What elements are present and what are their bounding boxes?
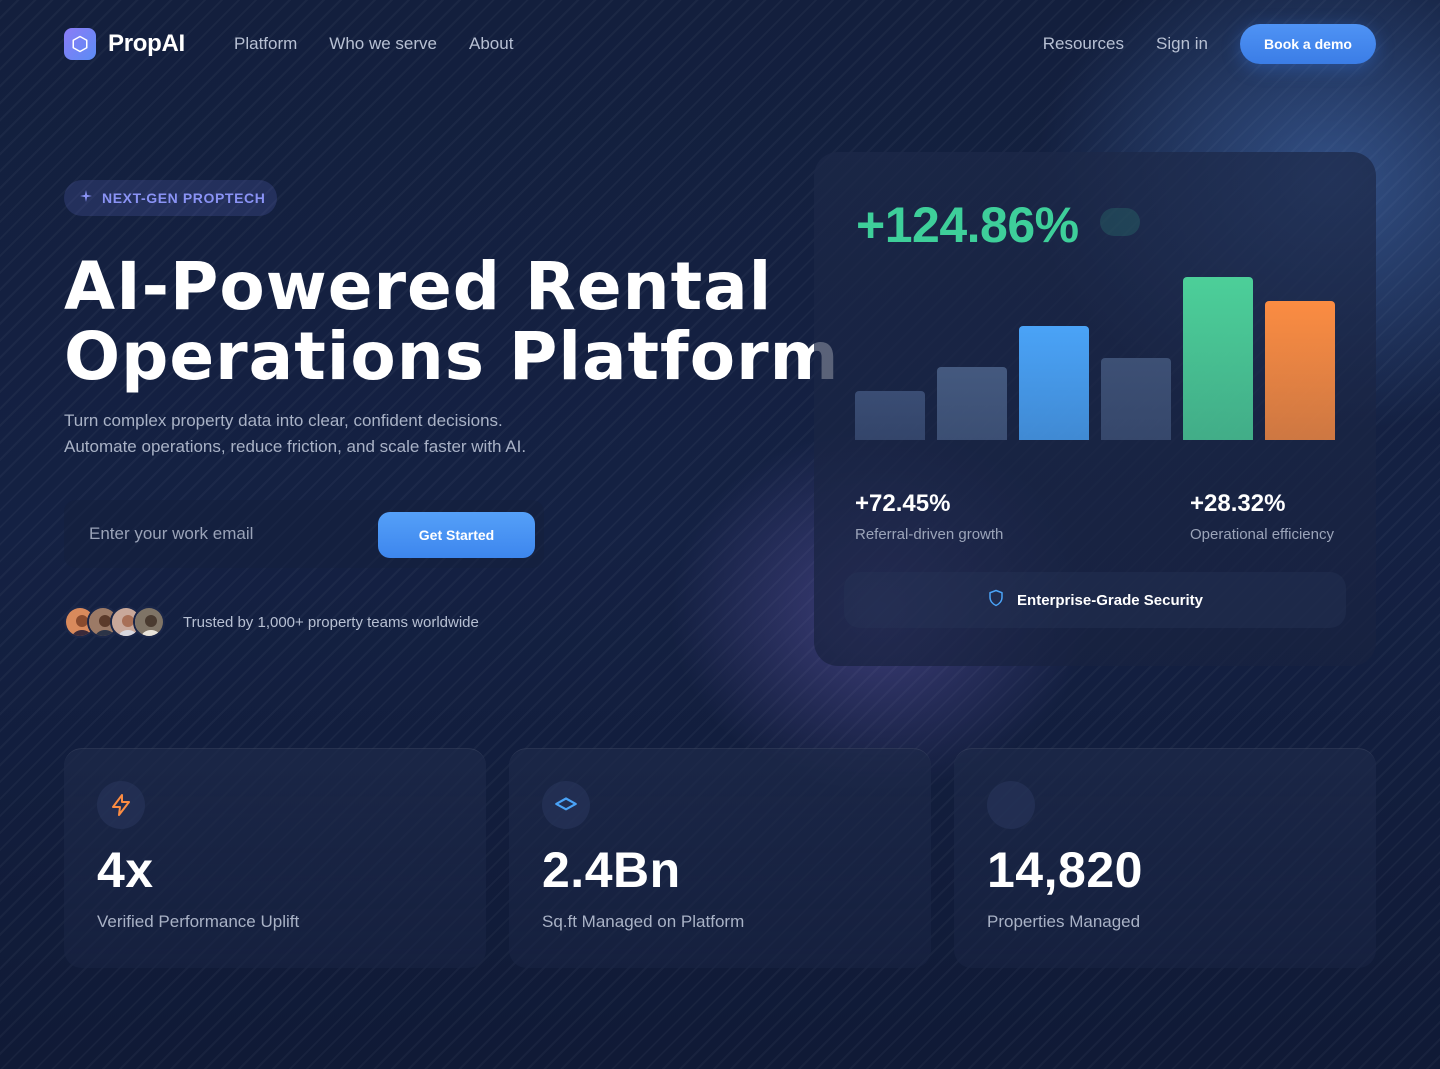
feature-value: 14,820 <box>987 842 1143 898</box>
hero-title: AI-Powered Rental Operations Platform <box>64 248 840 395</box>
nav-who-we-serve[interactable]: Who we serve <box>329 34 437 54</box>
security-banner: Enterprise-Grade Security <box>844 572 1346 628</box>
security-label: Enterprise-Grade Security <box>1017 591 1203 609</box>
layers-icon <box>542 781 590 829</box>
nav-about[interactable]: About <box>469 34 513 54</box>
lightning-icon <box>97 781 145 829</box>
chart-bar <box>855 391 925 440</box>
hexagon-logo-icon <box>64 28 96 60</box>
book-demo-button[interactable]: Book a demo <box>1240 24 1376 64</box>
hero-badge: NEXT-GEN PROPTECH <box>64 180 278 216</box>
chart-bar <box>1101 358 1171 440</box>
chart-bar <box>1265 301 1335 440</box>
metric-value: +72.45% <box>855 490 951 517</box>
sparkle-icon <box>78 188 94 209</box>
trend-pill <box>1100 208 1140 236</box>
brand-name: PropAI <box>108 30 185 57</box>
chart-bar <box>1019 326 1089 440</box>
shield-icon <box>987 589 1005 612</box>
chart-bar <box>1183 277 1253 440</box>
nav-platform[interactable]: Platform <box>234 34 297 54</box>
feature-card-sqft: 2.4Bn Sq.ft Managed on Platform <box>509 748 931 968</box>
building-icon <box>987 781 1035 829</box>
sign-in-link[interactable]: Sign in <box>1156 34 1208 54</box>
bar-chart <box>855 262 1335 440</box>
feature-value: 2.4Bn <box>542 842 681 898</box>
trusted-by-text: Trusted by 1,000+ property teams worldwi… <box>183 613 479 631</box>
stats-card: +124.86% +72.45% Referral-driven growth … <box>814 152 1376 666</box>
hero-title-line-1: AI-Powered Rental <box>64 248 773 325</box>
metric-label: Referral-driven growth <box>855 526 1004 543</box>
primary-nav: Platform Who we serve About <box>234 34 513 54</box>
headline-growth: +124.86% <box>856 197 1079 253</box>
hero-title-line-2: Operations Platform <box>64 318 840 395</box>
nav-resources[interactable]: Resources <box>1043 34 1124 54</box>
avatar-group <box>64 606 165 638</box>
badge-label: NEXT-GEN PROPTECH <box>102 190 266 206</box>
site-header: PropAI Platform Who we serve About Resou… <box>0 0 1440 88</box>
secondary-nav: Resources Sign in Book a demo <box>1043 24 1376 64</box>
feature-card-properties: 14,820 Properties Managed <box>954 748 1376 968</box>
feature-label: Sq.ft Managed on Platform <box>542 912 745 931</box>
feature-value: 4x <box>97 842 154 898</box>
metric-referral: +72.45% Referral-driven growth <box>855 490 1003 543</box>
feature-label: Properties Managed <box>987 912 1141 931</box>
metric-value: +28.32% <box>1190 490 1286 517</box>
get-started-button[interactable]: Get Started <box>378 512 535 558</box>
hero-subtitle-line-1: Turn complex property data into clear, c… <box>64 411 503 430</box>
work-email-input[interactable] <box>64 500 364 568</box>
hero-subtitle-line-2: Automate operations, reduce friction, an… <box>64 437 527 456</box>
hero-subtitle: Turn complex property data into clear, c… <box>64 408 624 460</box>
email-signup-form: Get Started <box>64 500 544 568</box>
feature-card-performance: 4x Verified Performance Uplift <box>64 748 486 968</box>
chart-bar <box>937 367 1007 440</box>
metric-label: Operational efficiency <box>1190 526 1334 543</box>
trusted-by-row: Trusted by 1,000+ property teams worldwi… <box>64 606 479 638</box>
feature-label: Verified Performance Uplift <box>97 912 300 931</box>
brand-logo[interactable]: PropAI <box>64 28 185 60</box>
avatar <box>133 606 165 638</box>
metric-operational: +28.32% Operational efficiency <box>1190 490 1334 543</box>
